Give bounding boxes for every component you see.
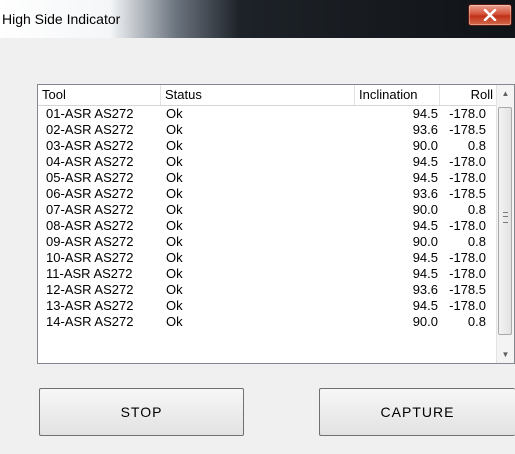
- capture-button[interactable]: CAPTURE: [319, 388, 515, 436]
- cell-roll: -178.0: [449, 106, 486, 121]
- list-row[interactable]: 03-ASR AS272 Ok 90.0 0.8: [38, 138, 498, 154]
- cell-roll: -178.0: [449, 298, 486, 313]
- column-header-status[interactable]: Status: [161, 85, 355, 105]
- cell-tool: 11-ASR AS272: [46, 266, 133, 281]
- scroll-down-button[interactable]: ▼: [497, 346, 514, 363]
- scroll-thumb[interactable]: [498, 107, 512, 335]
- list-row[interactable]: 12-ASR AS272 Ok 93.6 -178.5: [38, 282, 498, 298]
- list-row[interactable]: 11-ASR AS272 Ok 94.5 -178.0: [38, 266, 498, 282]
- cell-tool: 02-ASR AS272: [46, 122, 134, 137]
- cell-roll: -178.0: [449, 170, 486, 185]
- list-row[interactable]: 07-ASR AS272 Ok 90.0 0.8: [38, 202, 498, 218]
- cell-tool: 14-ASR AS272: [46, 314, 134, 329]
- cell-tool: 01-ASR AS272: [46, 106, 134, 121]
- cell-roll: -178.0: [449, 218, 486, 233]
- cell-roll: -178.5: [449, 282, 486, 297]
- cell-status: Ok: [166, 266, 183, 281]
- cell-tool: 13-ASR AS272: [46, 298, 134, 313]
- list-row[interactable]: 04-ASR AS272 Ok 94.5 -178.0: [38, 154, 498, 170]
- cell-tool: 10-ASR AS272: [46, 250, 134, 265]
- cell-roll: -178.0: [449, 250, 486, 265]
- close-icon: [483, 9, 497, 21]
- cell-tool: 03-ASR AS272: [46, 138, 134, 153]
- cell-status: Ok: [166, 186, 183, 201]
- cell-status: Ok: [166, 282, 183, 297]
- cell-inclination: 93.6: [412, 122, 438, 137]
- cell-inclination: 94.5: [412, 106, 438, 121]
- cell-roll: -178.0: [449, 154, 486, 169]
- cell-inclination: 94.5: [412, 218, 438, 233]
- list-row[interactable]: 01-ASR AS272 Ok 94.5 -178.0: [38, 106, 498, 122]
- cell-inclination: 90.0: [412, 202, 438, 217]
- stop-button[interactable]: STOP: [39, 388, 244, 436]
- cell-inclination: 94.5: [412, 298, 438, 313]
- cell-status: Ok: [166, 154, 183, 169]
- cell-inclination: 90.0: [412, 138, 438, 153]
- cell-status: Ok: [166, 122, 183, 137]
- cell-status: Ok: [166, 234, 183, 249]
- cell-status: Ok: [166, 138, 183, 153]
- list-header: Tool Status Inclination Roll: [38, 85, 498, 106]
- window-content: Tool Status Inclination Roll 01-ASR AS27…: [0, 38, 515, 454]
- cell-inclination: 93.6: [412, 282, 438, 297]
- arrow-up-icon: ▲: [501, 89, 510, 98]
- list-row[interactable]: 10-ASR AS272 Ok 94.5 -178.0: [38, 250, 498, 266]
- cell-roll: 0.8: [467, 202, 486, 217]
- cell-tool: 09-ASR AS272: [46, 234, 134, 249]
- cell-tool: 04-ASR AS272: [46, 154, 134, 169]
- cell-tool: 06-ASR AS272: [46, 186, 134, 201]
- cell-roll: 0.8: [467, 138, 486, 153]
- cell-tool: 08-ASR AS272: [46, 218, 134, 233]
- cell-status: Ok: [166, 298, 183, 313]
- grip-icon: [503, 212, 508, 223]
- cell-roll: 0.8: [467, 234, 486, 249]
- cell-inclination: 94.5: [412, 154, 438, 169]
- list-row[interactable]: 13-ASR AS272 Ok 94.5 -178.0: [38, 298, 498, 314]
- close-button[interactable]: [468, 4, 512, 26]
- cell-tool: 12-ASR AS272: [46, 282, 134, 297]
- column-header-roll[interactable]: Roll: [440, 85, 498, 105]
- list-row[interactable]: 02-ASR AS272 Ok 93.6 -178.5: [38, 122, 498, 138]
- cell-inclination: 90.0: [412, 314, 438, 329]
- cell-status: Ok: [166, 202, 183, 217]
- cell-tool: 05-ASR AS272: [46, 170, 134, 185]
- vertical-scrollbar[interactable]: ▲ ▼: [496, 85, 514, 363]
- column-header-inclination[interactable]: Inclination: [355, 85, 440, 105]
- list-row[interactable]: 14-ASR AS272 Ok 90.0 0.8: [38, 314, 498, 330]
- column-header-tool[interactable]: Tool: [38, 85, 161, 105]
- cell-status: Ok: [166, 106, 183, 121]
- list-rows: 01-ASR AS272 Ok 94.5 -178.0 02-ASR AS272 Ok 93…: [38, 106, 498, 330]
- cell-inclination: 94.5: [412, 250, 438, 265]
- cell-inclination: 93.6: [412, 186, 438, 201]
- cell-status: Ok: [166, 170, 183, 185]
- list-row[interactable]: 06-ASR AS272 Ok 93.6 -178.5: [38, 186, 498, 202]
- cell-tool: 07-ASR AS272: [46, 202, 134, 217]
- tool-list[interactable]: Tool Status Inclination Roll 01-ASR AS27…: [37, 84, 515, 364]
- cell-roll: 0.8: [467, 314, 486, 329]
- cell-inclination: 94.5: [412, 170, 438, 185]
- title-bar: High Side Indicator: [0, 0, 515, 38]
- cell-status: Ok: [166, 250, 183, 265]
- cell-roll: -178.5: [449, 186, 486, 201]
- arrow-down-icon: ▼: [501, 350, 510, 359]
- list-row[interactable]: 05-ASR AS272 Ok 94.5 -178.0: [38, 170, 498, 186]
- cell-inclination: 90.0: [412, 234, 438, 249]
- cell-status: Ok: [166, 314, 183, 329]
- cell-inclination: 94.5: [412, 266, 438, 281]
- cell-roll: -178.0: [449, 266, 486, 281]
- window-title: High Side Indicator: [2, 11, 121, 27]
- cell-roll: -178.5: [449, 122, 486, 137]
- cell-status: Ok: [166, 218, 183, 233]
- list-row[interactable]: 08-ASR AS272 Ok 94.5 -178.0: [38, 218, 498, 234]
- list-row[interactable]: 09-ASR AS272 Ok 90.0 0.8: [38, 234, 498, 250]
- scroll-up-button[interactable]: ▲: [497, 85, 514, 102]
